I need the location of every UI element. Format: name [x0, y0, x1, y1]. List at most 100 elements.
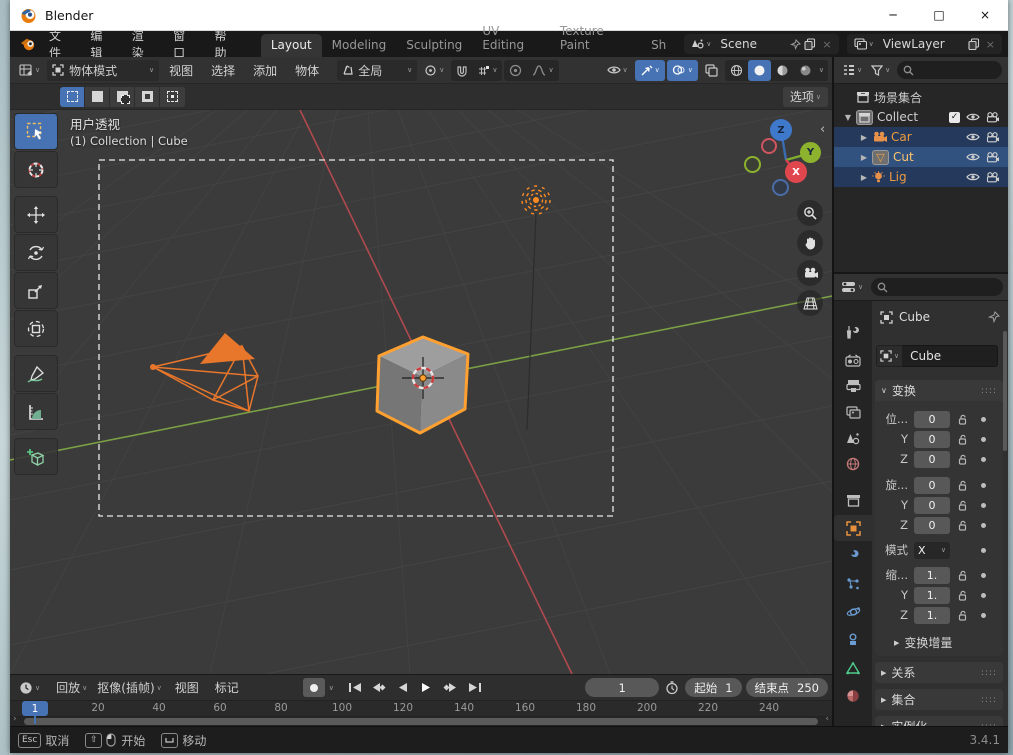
lock-icon[interactable] [955, 590, 971, 601]
lock-icon[interactable] [955, 610, 971, 621]
current-frame-field[interactable]: 1 [585, 678, 660, 697]
properties-scrollbar[interactable] [1003, 331, 1007, 451]
rot-x-input[interactable]: 0 [914, 476, 950, 494]
tab-modeling[interactable]: Modeling [322, 34, 397, 57]
scene-name[interactable]: Scene [714, 37, 790, 51]
camera-view-button[interactable] [797, 260, 823, 286]
auto-keying-dropdown[interactable]: ∨ [329, 684, 334, 692]
hide-eye-icon[interactable] [966, 112, 980, 122]
tab-view-layer[interactable] [834, 399, 872, 425]
tab-particles[interactable] [834, 571, 872, 597]
tab-world[interactable] [834, 451, 872, 477]
remove-viewlayer-icon[interactable]: × [983, 38, 998, 51]
tab-scene[interactable] [834, 425, 872, 451]
visibility-button[interactable]: ∨ [602, 60, 633, 81]
tool-add-cube[interactable] [14, 438, 58, 475]
gizmo-minus-x[interactable] [761, 138, 777, 154]
pivot-point-button[interactable]: ∨ [419, 60, 449, 81]
menu-select[interactable]: 选择 [203, 62, 243, 79]
maximize-button[interactable]: □ [916, 0, 962, 30]
outliner-cube-row[interactable]: ▶ ▽ Cut [834, 147, 1008, 167]
select-mode-invert[interactable] [135, 86, 160, 107]
tool-rotate[interactable] [14, 234, 58, 271]
lock-icon[interactable] [955, 434, 971, 445]
outliner-search-input[interactable] [897, 61, 1002, 79]
pan-hand-button[interactable] [797, 230, 823, 256]
options-button[interactable]: 选项 ∨ [782, 86, 828, 107]
tool-move[interactable] [14, 196, 58, 233]
menu-object[interactable]: 物体 [287, 62, 327, 79]
proportional-editing-toggle[interactable] [504, 60, 527, 81]
new-viewlayer-icon[interactable] [968, 38, 980, 50]
render-camera-icon[interactable] [986, 151, 1000, 163]
properties-editor-type[interactable]: ∨ [839, 277, 865, 298]
timeline-editor-type[interactable]: ∨ [14, 677, 45, 698]
xray-toggle[interactable] [700, 60, 723, 81]
animate-dot[interactable] [981, 572, 986, 578]
menu-help[interactable]: 帮助 [206, 27, 247, 61]
cube-object-name[interactable]: Cut [893, 150, 966, 164]
scroll-right-icon[interactable]: ‹ [825, 714, 829, 724]
zoom-button[interactable] [797, 200, 823, 226]
jump-to-end-button[interactable] [464, 678, 486, 697]
sidebar-collapse-icon[interactable]: ‹ [820, 122, 825, 137]
menu-file[interactable]: 文件 [40, 27, 81, 61]
drag-handle[interactable]: :::: [981, 386, 997, 396]
tab-material[interactable] [834, 683, 872, 709]
scene-browse-button[interactable]: ∨ [688, 38, 714, 50]
timeline-marker-menu[interactable]: 标记 [207, 679, 247, 696]
animate-dot[interactable] [981, 502, 986, 508]
select-mode-extend[interactable] [85, 86, 110, 107]
tab-tool[interactable] [834, 319, 872, 345]
hide-eye-icon[interactable] [966, 152, 980, 162]
properties-search-input[interactable] [871, 278, 1003, 296]
tab-texture-paint[interactable]: Texture Paint [550, 20, 641, 57]
animate-dot[interactable] [981, 436, 986, 442]
play-button[interactable] [416, 678, 438, 697]
tool-select-box[interactable] [14, 113, 58, 150]
animate-dot[interactable] [981, 592, 986, 598]
select-mode-subtract[interactable] [110, 86, 135, 107]
outliner-filter-button[interactable]: ∨ [869, 60, 892, 81]
menu-view[interactable]: 视图 [161, 62, 201, 79]
lock-icon[interactable] [955, 500, 971, 511]
loc-y-input[interactable]: 0 [914, 430, 950, 448]
tab-physics[interactable] [834, 599, 872, 625]
tab-object-data[interactable] [834, 655, 872, 681]
jump-to-start-button[interactable] [344, 678, 366, 697]
collections-panel[interactable]: ▶ 集合 :::: [875, 689, 1003, 710]
next-keyframe-button[interactable] [440, 678, 462, 697]
expand-icon[interactable]: ▶ [856, 153, 872, 162]
tab-shading[interactable]: Sh [641, 34, 676, 57]
tool-cursor[interactable] [14, 151, 58, 188]
snap-target-button[interactable]: ∨ [473, 60, 502, 81]
transform-orientation[interactable]: 全局 ∨ [337, 59, 418, 81]
shading-solid-button[interactable] [747, 59, 771, 81]
drag-handle[interactable]: :::: [981, 668, 997, 678]
loc-x-input[interactable]: 0 [914, 410, 950, 428]
tab-uv-editing[interactable]: UV Editing [472, 20, 550, 57]
drag-handle[interactable]: :::: [981, 695, 997, 705]
show-overlays-toggle[interactable]: ∨ [666, 59, 698, 81]
playhead[interactable]: 1 [22, 701, 48, 716]
falloff-button[interactable]: ∨ [527, 60, 558, 81]
tab-constraints[interactable] [834, 627, 872, 653]
render-camera-icon[interactable] [986, 171, 1000, 183]
tab-modifiers[interactable] [834, 543, 872, 569]
instancing-panel[interactable]: ▶ 实例化 :::: [875, 716, 1003, 726]
collection-name[interactable]: Collect [877, 110, 949, 124]
scale-y-input[interactable]: 1. [914, 586, 950, 604]
menu-edit[interactable]: 编辑 [81, 27, 122, 61]
snap-toggle[interactable] [451, 60, 473, 81]
shading-material-button[interactable] [771, 60, 794, 81]
render-camera-icon[interactable] [986, 111, 1000, 123]
rot-z-input[interactable]: 0 [914, 516, 950, 534]
outliner-scene-collection-row[interactable]: 场景集合 [834, 87, 1008, 107]
lock-icon[interactable] [955, 480, 971, 491]
tab-render[interactable] [834, 347, 872, 373]
rotation-mode-select[interactable]: X ∨ [914, 541, 950, 559]
light-object-name[interactable]: Lig [889, 170, 966, 184]
animate-dot[interactable] [981, 456, 986, 462]
select-mode-intersect[interactable] [160, 86, 185, 107]
lock-icon[interactable] [955, 454, 971, 465]
